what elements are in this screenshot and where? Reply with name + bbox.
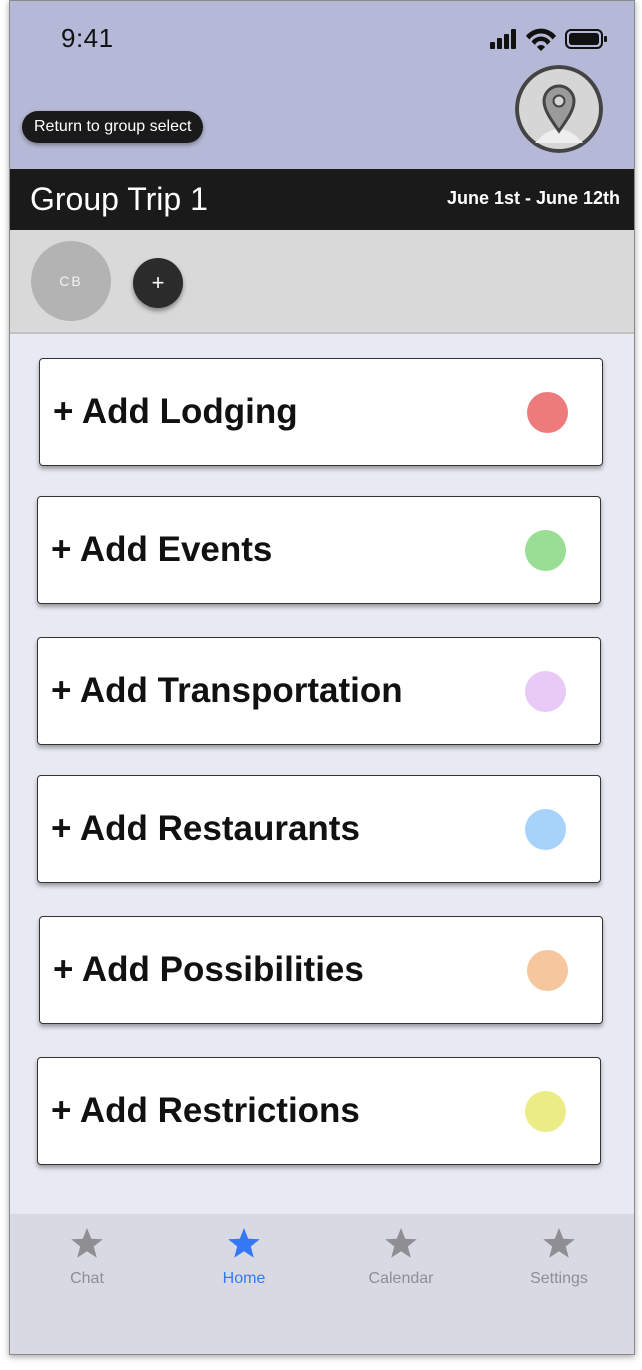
phone-screen: 9:41 Return to group select Group Trip 1… <box>9 0 635 1355</box>
map-pin-avatar-icon[interactable] <box>515 65 603 153</box>
tab-label: Chat <box>70 1270 104 1287</box>
status-time: 9:41 <box>61 23 114 53</box>
star-icon <box>228 1228 260 1258</box>
tab-label: Calendar <box>368 1270 434 1287</box>
trip-title: Group Trip 1 <box>30 181 208 217</box>
star-icon <box>71 1228 103 1258</box>
add-restrictions-card[interactable]: + Add Restrictions <box>37 1057 601 1165</box>
star-icon <box>385 1228 417 1258</box>
events-color-dot <box>525 530 566 571</box>
tab-settings[interactable]: Settings <box>499 1226 619 1288</box>
lodging-color-dot <box>527 392 568 433</box>
member-strip: CB + <box>10 230 634 334</box>
cellular-signal-icon <box>490 29 516 49</box>
restaurants-color-dot <box>525 809 566 850</box>
possibilities-color-dot <box>527 950 568 991</box>
card-label: + Add Events <box>51 530 273 569</box>
tab-calendar[interactable]: Calendar <box>341 1226 461 1288</box>
tab-label: Settings <box>530 1270 588 1287</box>
card-label: + Add Transportation <box>51 671 403 710</box>
trip-header-bar: Group Trip 1 June 1st - June 12th <box>10 169 634 230</box>
restrictions-color-dot <box>525 1091 566 1132</box>
card-label: + Add Possibilities <box>53 950 364 989</box>
card-label: + Add Restrictions <box>51 1091 360 1130</box>
add-restaurants-card[interactable]: + Add Restaurants <box>37 775 601 883</box>
tab-chat[interactable]: Chat <box>27 1226 147 1288</box>
tab-label: Home <box>222 1270 266 1287</box>
wifi-icon <box>526 28 556 51</box>
tab-home[interactable]: Home <box>184 1226 304 1288</box>
battery-icon <box>565 29 607 49</box>
card-label: + Add Lodging <box>53 392 298 431</box>
star-icon <box>543 1228 575 1258</box>
trip-dates: June 1st - June 12th <box>446 188 620 208</box>
transportation-color-dot <box>525 671 566 712</box>
add-member-button[interactable]: + <box>133 258 183 308</box>
member-avatar[interactable]: CB <box>31 241 111 321</box>
add-events-card[interactable]: + Add Events <box>37 496 601 604</box>
card-label: + Add Restaurants <box>51 809 360 848</box>
add-transportation-card[interactable]: + Add Transportation <box>37 637 601 745</box>
status-bar-icons <box>490 28 607 51</box>
top-header: 9:41 Return to group select <box>10 1 634 169</box>
add-lodging-card[interactable]: + Add Lodging <box>39 358 603 466</box>
tab-bar: Chat Home Calendar Settings <box>10 1214 634 1354</box>
add-possibilities-card[interactable]: + Add Possibilities <box>39 916 603 1024</box>
return-to-group-select-button[interactable]: Return to group select <box>22 111 204 143</box>
